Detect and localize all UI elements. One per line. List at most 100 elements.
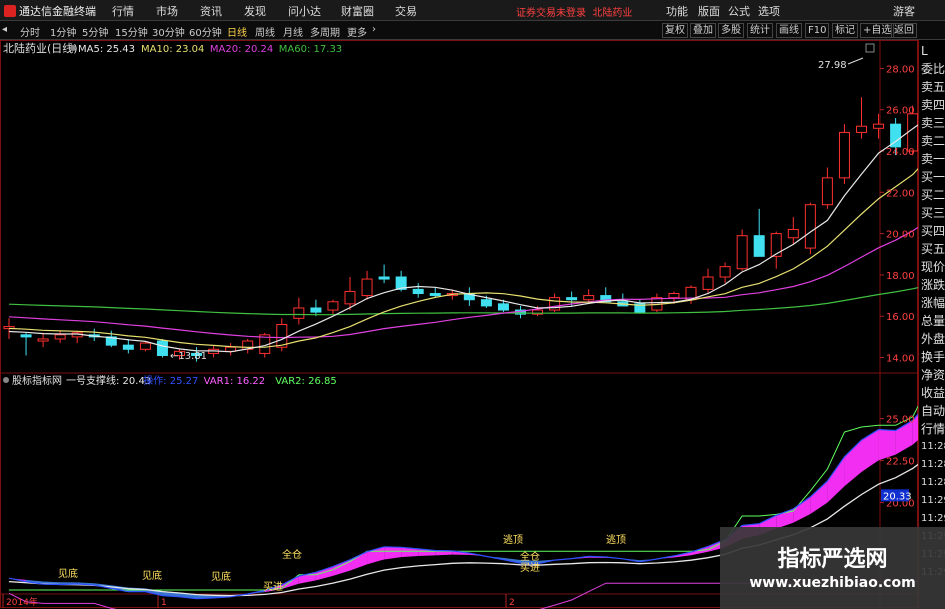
chevron-left-icon[interactable]: ◂ [2,24,7,35]
candlesticks [3,97,918,362]
period-30min[interactable]: 30分钟 [152,24,185,39]
candle-body [838,131,850,179]
price-tick-label: 16.00 [886,312,915,323]
btn-draw[interactable]: 画线 [776,23,802,38]
side-panel-item: 卖二 [921,134,945,148]
candle-body [566,297,578,301]
menu-function[interactable]: 功能 [666,3,688,19]
candle-body [804,204,816,249]
candle-body [480,299,492,307]
btn-add-watchlist[interactable]: +自选 [860,23,895,38]
btn-adjust[interactable]: 复权 [662,23,688,38]
app-title-text: 通达信金融终端 [19,5,96,18]
candle-body [719,266,731,278]
ind-current-value: 20.33 [883,491,912,502]
btn-back[interactable]: 返回 [891,23,917,38]
ind-annotation: 逃顶 [503,533,523,546]
high-pointer-line [847,57,864,65]
side-panel-item: 买三 [921,206,945,220]
login-warning-text: 证券交易未登录 [516,8,586,19]
candle-body [344,290,356,305]
ma-legend-item: MA5: 25.43 [78,44,135,55]
chevron-right-icon[interactable]: › [372,24,376,35]
menu-item-wealth[interactable]: 财富圈 [341,3,374,19]
menu-layout[interactable]: 版面 [698,3,720,19]
side-panel-item: 卖一 [921,152,945,166]
period-15min[interactable]: 15分钟 [115,24,148,39]
candle-body [736,235,748,270]
price-tick-label: 24.00 [886,147,915,158]
watermark: 指标严选网 www.xuezhibiao.com [720,527,945,609]
ind-band-segment [861,429,879,473]
period-toolbar: ◂ 分时 1分钟 5分钟 15分钟 30分钟 60分钟 日线 周线 月线 多周期… [0,21,945,40]
time-tick-label: 2 [509,598,515,608]
menu-item-discover[interactable]: 发现 [244,3,266,19]
ind-annotation: 见底 [58,567,78,580]
side-panel-item: 换手 [921,350,945,364]
period-monthly[interactable]: 月线 [283,24,303,39]
btn-stats[interactable]: 统计 [747,23,773,38]
ind-legend-item: 一号支撑线: 20.43 [66,374,151,387]
side-panel-item: 自动 [921,404,945,418]
current-stock-name: 北陆药业 [592,8,633,19]
expand-icon [865,43,875,53]
price-tick-label: 14.00 [886,354,915,365]
btn-multi-stock[interactable]: 多股 [718,23,744,38]
menu-item-news[interactable]: 资讯 [200,3,222,19]
candle-body [139,342,151,350]
period-1min[interactable]: 1分钟 [50,24,76,39]
period-daily[interactable]: 日线 [227,24,247,39]
period-weekly[interactable]: 周线 [255,24,275,39]
ind-annotation: 全仓 [282,548,302,561]
candle-body [821,177,833,206]
watermark-title: 指标严选网 [777,547,888,572]
ind-collapse-icon [3,377,9,383]
price-tick-label: 26.00 [886,106,915,117]
menu-guest[interactable]: 游客 [893,3,915,19]
watermark-url: www.xuezhibiao.com [749,575,916,591]
candle-body [856,125,867,133]
ind-tick-label: 22.50 [886,457,915,468]
collapse-icon [70,45,76,51]
ind-band-segment [350,551,368,571]
side-panel-item: 现价 [921,260,945,274]
menu-item-trade[interactable]: 交易 [395,3,417,19]
ind-annotation: 全仓 [520,550,540,563]
ind-legend-item: VAR2: 26.85 [275,376,337,387]
price-tick-label: 22.00 [886,188,915,199]
side-panel-item: L [921,44,928,58]
ind-annotation: 买进 [520,562,540,574]
period-more[interactable]: 更多 [347,24,367,39]
side-panel-item: 卖五 [921,80,945,94]
side-panel-item: 卖三 [921,116,945,130]
btn-overlay[interactable]: 叠加 [690,23,716,38]
menu-item-quotes[interactable]: 行情 [112,3,134,19]
menu-formula[interactable]: 公式 [728,3,750,19]
side-panel-item: 净资 [921,368,945,382]
period-60min[interactable]: 60分钟 [189,24,222,39]
candle-body [412,288,424,295]
quote-side-panel: L 委比 卖五 卖四 卖三 卖二 卖一 买一 买二 买三 买四 买五 现价 涨跌 涨幅 总量 外盘 换手 净资 收益自… [918,40,945,609]
btn-mark[interactable]: 标记 [832,23,858,38]
menu-options[interactable]: 选项 [758,3,780,19]
menu-item-market[interactable]: 市场 [156,3,178,19]
side-panel-item: 卖四 [921,98,945,112]
high-price-label: 27.98 [818,60,847,71]
ind-band-segment [844,440,862,487]
side-panel-item: 11:29 [921,495,945,506]
candle-body [122,344,134,350]
login-warning[interactable]: 证券交易未登录 北陆药业 [516,4,632,19]
candle-body [429,293,441,297]
period-5min[interactable]: 5分钟 [82,24,108,39]
menu-item-assistant[interactable]: 问小达 [288,3,321,19]
candle-body [54,334,66,340]
period-intraday[interactable]: 分时 [20,24,40,39]
btn-f10[interactable]: F10 [805,23,830,38]
ind-band-segment [315,566,333,581]
side-panel-item: 11:28 [921,477,945,488]
ma-legend-item: MA20: 20.24 [210,44,273,55]
kline-chart[interactable]: 28.00 26.00 24.00 22.00 20.00 18.00 16.00 14.00… [0,40,918,609]
price-tick-label: 20.00 [886,230,915,241]
period-multi[interactable]: 多周期 [310,24,340,39]
candle-body [497,303,509,311]
